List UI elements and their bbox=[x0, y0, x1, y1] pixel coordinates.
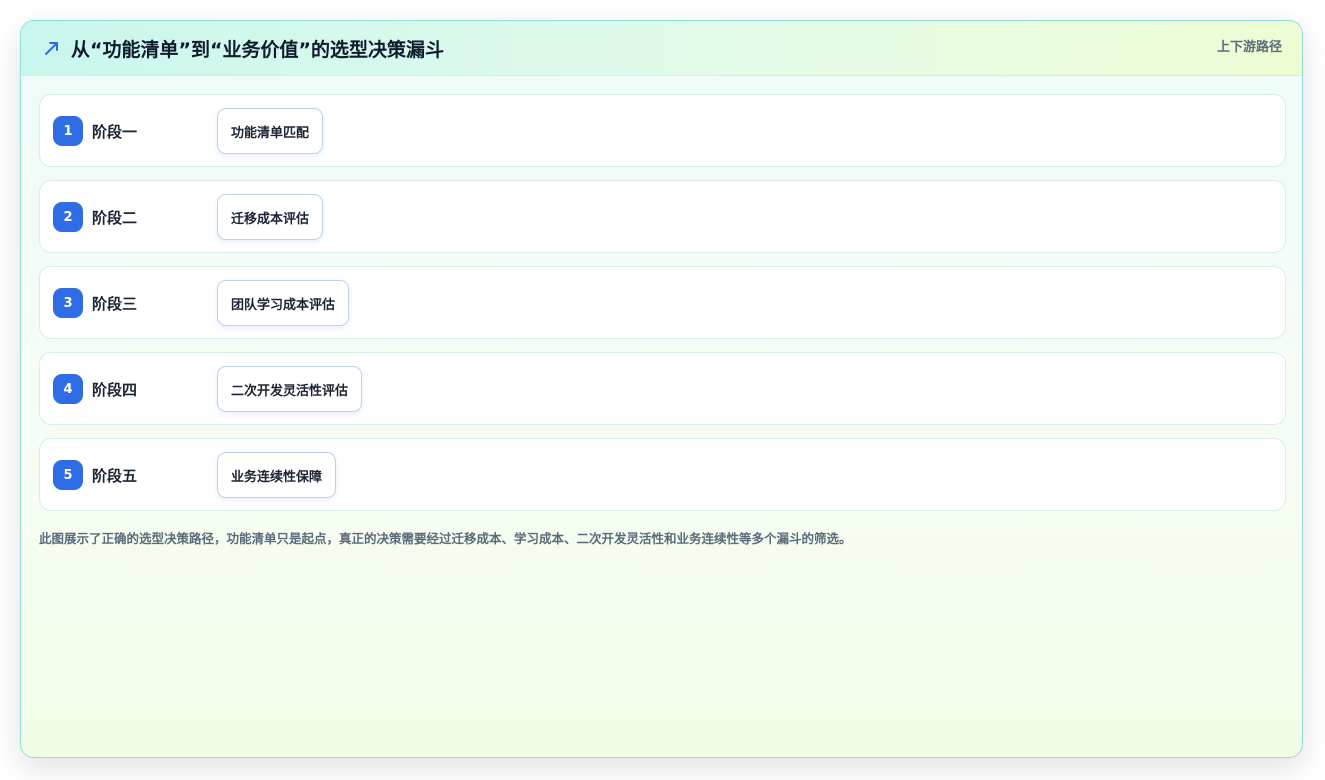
page-title: 从“功能清单”到“业务价值”的选型决策漏斗 bbox=[71, 39, 444, 61]
stage-step-chip: 业务连续性保障 bbox=[217, 452, 337, 498]
stage-row-2: 2 阶段二 迁移成本评估 bbox=[39, 180, 1286, 253]
funnel-card: 从“功能清单”到“业务价值”的选型决策漏斗 上下游路径 1 阶段一 功能清单匹配… bbox=[20, 20, 1303, 758]
stage-number-badge: 3 bbox=[53, 288, 83, 318]
stage-row-3: 3 阶段三 团队学习成本评估 bbox=[39, 266, 1286, 339]
stage-number-badge: 2 bbox=[53, 202, 83, 232]
stage-list: 1 阶段一 功能清单匹配 2 阶段二 迁移成本评估 3 阶段三 团队学习成本评估… bbox=[39, 94, 1286, 524]
stage-number-badge: 1 bbox=[53, 116, 83, 146]
header-tag: 上下游路径 bbox=[1216, 40, 1282, 55]
stage-step-chip: 二次开发灵活性评估 bbox=[217, 366, 363, 412]
stage-number-badge: 5 bbox=[53, 460, 83, 490]
stage-row-4: 4 阶段四 二次开发灵活性评估 bbox=[39, 352, 1286, 425]
card-header: 从“功能清单”到“业务价值”的选型决策漏斗 上下游路径 bbox=[21, 21, 1302, 76]
stage-name: 阶段三 bbox=[92, 295, 138, 313]
stage-name: 阶段二 bbox=[92, 209, 138, 227]
stage-step-chip: 迁移成本评估 bbox=[217, 194, 324, 240]
stage-row-1: 1 阶段一 功能清单匹配 bbox=[39, 94, 1286, 167]
stage-name: 阶段四 bbox=[92, 381, 138, 399]
diagram-caption: 此图展示了正确的选型决策路径，功能清单只是起点，真正的决策需要经过迁移成本、学习… bbox=[39, 531, 852, 546]
stage-row-5: 5 阶段五 业务连续性保障 bbox=[39, 438, 1286, 511]
trend-up-arrow-icon bbox=[43, 39, 61, 57]
stage-number-badge: 4 bbox=[53, 374, 83, 404]
stage-name: 阶段一 bbox=[92, 123, 138, 141]
stage-step-chip: 功能清单匹配 bbox=[217, 108, 324, 154]
stage-name: 阶段五 bbox=[92, 467, 138, 485]
stage-step-chip: 团队学习成本评估 bbox=[217, 280, 350, 326]
